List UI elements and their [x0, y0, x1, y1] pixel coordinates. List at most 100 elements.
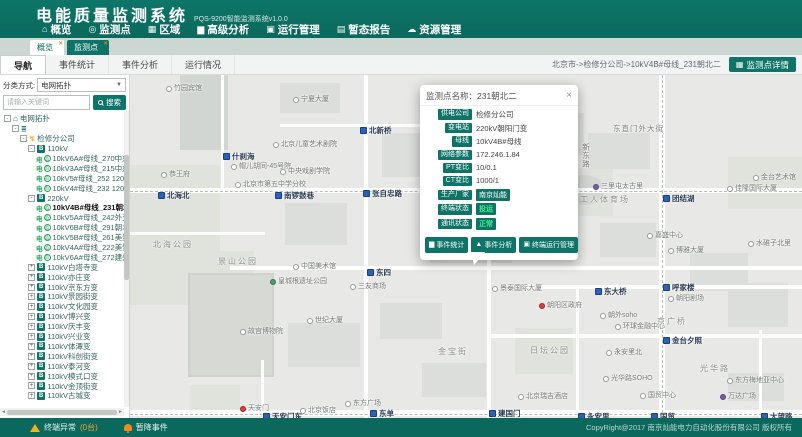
- field-label-col: 母线: [426, 136, 472, 146]
- sag-event-item[interactable]: 暂降事件: [124, 422, 168, 433]
- meter-icon: 电监: [36, 173, 51, 183]
- collapse-icon[interactable]: -: [20, 135, 27, 142]
- poi-icon: [293, 97, 299, 103]
- map-label-text: 日坛公园: [530, 347, 570, 355]
- collapse-icon[interactable]: -: [28, 195, 35, 202]
- ops-icon: ▣: [266, 25, 275, 34]
- warning-icon: [30, 424, 40, 432]
- category-select[interactable]: 电网拓扑 ▼: [37, 78, 126, 92]
- map-label-text: 金台艺术馆: [761, 174, 796, 181]
- expand-icon[interactable]: +: [28, 382, 35, 389]
- map-label-text: 三友商场: [358, 283, 386, 290]
- map-label: 宁夏大厦: [293, 96, 329, 103]
- field-label: 网络参数: [438, 150, 472, 160]
- nav-item-运行管理[interactable]: ▣运行管理: [266, 22, 320, 37]
- expand-icon[interactable]: +: [28, 373, 35, 380]
- nav-item-暂态报告[interactable]: ▤暂态报告: [337, 22, 391, 37]
- button-label: 终端运行管理: [532, 240, 574, 250]
- field-label-col: 通讯状态: [426, 219, 472, 229]
- nav-item-高级分析[interactable]: ▆高级分析: [197, 22, 249, 37]
- map-label-text: 水碓子北里: [756, 240, 791, 247]
- map-label-text: 北京市第五中学分校: [243, 181, 306, 188]
- map-label: 永安里: [578, 413, 610, 418]
- map-label: 建国门: [489, 410, 521, 418]
- map-label: 京广桥: [657, 318, 687, 326]
- manage-icon: ▣: [523, 241, 530, 248]
- panel-tab-事件分析[interactable]: 事件分析: [109, 55, 172, 74]
- nav-item-监测点[interactable]: ◎监测点: [88, 22, 130, 37]
- nav-item-概览[interactable]: ⌂概览: [42, 22, 71, 37]
- map-label-text: 皇城根遗址公园: [278, 278, 327, 285]
- monitor-detail-button[interactable]: ▦ 监测点详情: [729, 57, 796, 72]
- collapse-icon[interactable]: -: [28, 145, 35, 152]
- map-label: 东单: [370, 410, 394, 418]
- terminal-abnormal-item[interactable]: 终端异常(0台): [30, 422, 98, 433]
- region-icon: ▦: [148, 25, 157, 34]
- popup-button-终端运行管理[interactable]: ▣终端运行管理: [519, 237, 578, 253]
- poi-icon: [300, 408, 306, 414]
- close-icon[interactable]: ×: [566, 91, 572, 101]
- poi-icon: [615, 324, 621, 330]
- map-label: 金台艺术馆: [753, 174, 796, 181]
- tab-close-icon[interactable]: ×: [104, 40, 108, 47]
- popup-buttons: ▆事件统计▲事件分析▣终端运行管理: [420, 234, 578, 260]
- window-tab-监测点[interactable]: 监测点×: [67, 40, 109, 55]
- collapse-icon[interactable]: -: [4, 115, 11, 122]
- expand-icon[interactable]: +: [28, 264, 35, 271]
- collapse-icon[interactable]: -: [12, 125, 19, 132]
- window-tab-概览[interactable]: 概览×: [30, 40, 64, 55]
- tree-item[interactable]: 电监10kV4#母线_232 120: [2, 183, 129, 193]
- nav-item-区域[interactable]: ▦区域: [148, 22, 181, 37]
- bus-icon: B: [37, 382, 45, 390]
- poi-icon: [161, 172, 167, 178]
- map-label: 竹园宾馆: [166, 85, 202, 92]
- tree-item-label: 110kV: [47, 144, 68, 153]
- map-label-text: 景泰国际大厦: [500, 285, 542, 292]
- tree-horizontal-scrollbar[interactable]: ◄ ►: [0, 408, 124, 416]
- tree-item[interactable]: -↯检修分公司: [2, 134, 129, 144]
- tree-vertical-scrollbar[interactable]: [124, 111, 129, 407]
- map-road: [759, 330, 762, 418]
- map-label: 朝阳区政府: [539, 302, 582, 309]
- popup-button-事件分析[interactable]: ▲事件分析: [471, 237, 516, 253]
- tree-item[interactable]: -⌂电网拓扑: [2, 114, 129, 124]
- nav-item-资源管理[interactable]: ☁资源管理: [407, 22, 461, 37]
- detail-button-label: 监测点详情: [746, 59, 789, 71]
- map-label-text: 光华路SOHO: [611, 375, 653, 382]
- tree-item-label: 110kV古城变: [47, 390, 90, 401]
- search-input[interactable]: [3, 95, 90, 110]
- status-bar: 终端异常(0台) 暂降事件 CopyRight@2017 南京灿能电力自动化股份…: [0, 418, 802, 437]
- map-label-text: 新东路: [582, 143, 590, 169]
- map-label: 三友商场: [350, 283, 386, 290]
- map-label: 景泰国际大厦: [492, 285, 542, 292]
- map-label-text: 光华路: [700, 365, 730, 373]
- expand-icon[interactable]: +: [28, 323, 35, 330]
- report-icon: ▤: [337, 25, 346, 34]
- popup-button-事件统计[interactable]: ▆事件统计: [425, 237, 468, 253]
- tree: -⌂电网拓扑-≣-↯检修分公司-B110kV电监10kV6A#母线_270中办电…: [0, 112, 129, 418]
- map-canvas[interactable]: 什刹海北海北南锣鼓巷北新桥张自忠路东四天安门东东单建国门永安里国贸大望路东大桥呼…: [130, 75, 802, 418]
- map-label: 新东路: [582, 143, 590, 169]
- expand-icon[interactable]: +: [28, 303, 35, 310]
- scroll-left-icon[interactable]: ◄: [1, 409, 6, 415]
- panel-tab-运行情况[interactable]: 运行情况: [172, 55, 235, 74]
- expand-icon[interactable]: +: [28, 333, 35, 340]
- tab-close-icon[interactable]: ×: [59, 40, 63, 47]
- meter-icon: 电监: [36, 163, 51, 173]
- expand-icon[interactable]: +: [28, 353, 35, 360]
- map-label: 国贸: [651, 413, 675, 418]
- expand-icon[interactable]: +: [28, 284, 35, 291]
- metro-station-icon: [761, 413, 768, 418]
- panel-tab-事件统计[interactable]: 事件统计: [46, 55, 109, 74]
- expand-icon[interactable]: +: [28, 274, 35, 281]
- expand-icon[interactable]: +: [28, 313, 35, 320]
- expand-icon[interactable]: +: [28, 343, 35, 350]
- expand-icon[interactable]: +: [28, 293, 35, 300]
- scroll-right-icon[interactable]: ►: [118, 409, 123, 415]
- tree-item[interactable]: +B110kV古城变: [2, 391, 129, 401]
- search-button[interactable]: 搜索: [93, 95, 126, 110]
- expand-icon[interactable]: +: [28, 392, 35, 399]
- panel-tab-导航[interactable]: 导航: [0, 55, 46, 74]
- expand-icon[interactable]: +: [28, 363, 35, 370]
- map-label-text: 什刹海: [232, 153, 255, 161]
